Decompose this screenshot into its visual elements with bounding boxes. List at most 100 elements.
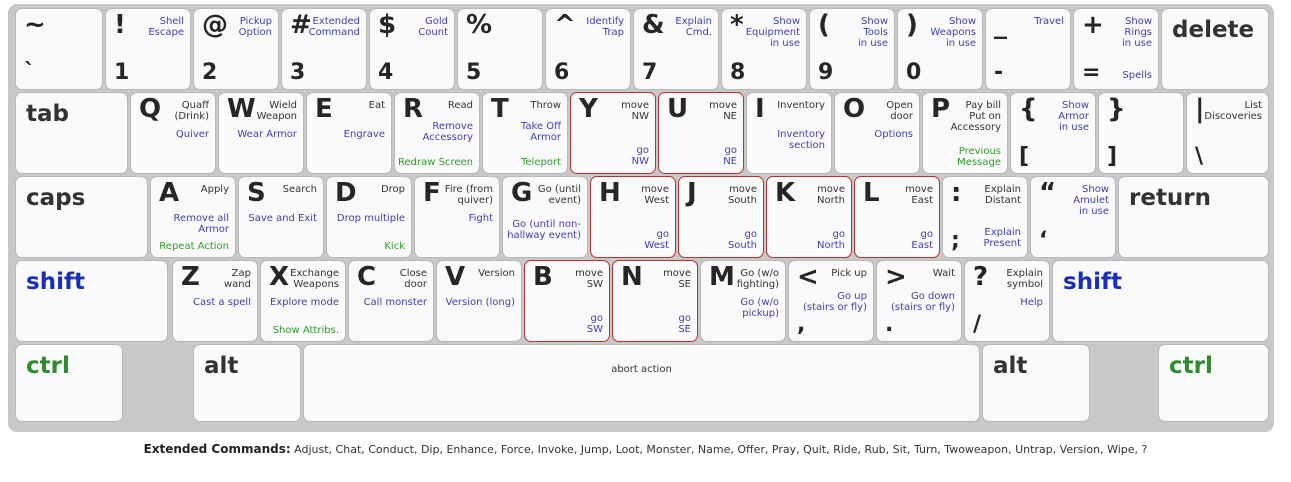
key-action: Show Amulet in use [1073, 184, 1109, 217]
key-upper-symbol: _ [994, 10, 1007, 40]
key-d[interactable]: D Drop Drop multiple Kick [326, 176, 412, 258]
key-tab[interactable]: tab [15, 92, 128, 174]
key-shiftr[interactable]: shift [1052, 260, 1269, 342]
key-action: Shell Escape [148, 16, 184, 38]
key-secondary-action: Spells [1122, 70, 1152, 81]
key-lower-symbol: ; [951, 228, 960, 253]
key-h[interactable]: Hmove West go West [590, 176, 676, 258]
key-letter: C [357, 262, 377, 292]
key-upper-symbol: + [1082, 10, 1104, 40]
key-letter: J [687, 178, 697, 208]
key-action: Extended Command [308, 16, 360, 38]
key-upper-symbol: } [1107, 94, 1126, 124]
key-letter: N [621, 262, 643, 292]
key-a[interactable]: A Apply Remove all Armor Repeat Action [150, 176, 236, 258]
key-p[interactable]: P Pay bill Put on Accessory Previous Messa… [922, 92, 1008, 174]
key-t[interactable]: T Throw Take Off Armor Teleport [482, 92, 568, 174]
key-hash[interactable]: #3 Extended Command [281, 8, 367, 90]
key-caret[interactable]: ^ 6 Identify Trap [545, 8, 631, 90]
key-pipe[interactable]: | \ List Discoveries [1186, 92, 1269, 174]
key-s[interactable]: S Search Save and Exit [238, 176, 324, 258]
key-at[interactable]: @2 Pickup Option [193, 8, 279, 90]
key-star[interactable]: * 8 Show Equipment in use [721, 8, 807, 90]
key-action: Search [282, 184, 317, 195]
key-ctrll[interactable]: ctrl [15, 344, 123, 422]
key-action: Inventory [777, 100, 825, 111]
key-l[interactable]: Lmove East go East [854, 176, 940, 258]
key-secondary-action: Inventory section [777, 129, 825, 151]
key-go-label: go SW [586, 313, 603, 335]
key-letter: T [491, 94, 509, 124]
key-e[interactable]: E Eat Engrave [306, 92, 392, 174]
key-lower-symbol: [ [1019, 144, 1030, 169]
key-q[interactable]: Q Quaff (Drink) Quiver [130, 92, 216, 174]
key-label: shift [26, 269, 85, 295]
key-lower-symbol: 3 [290, 60, 306, 85]
key-rbrace[interactable]: }] [1098, 92, 1184, 174]
key-j[interactable]: Jmove South go South [678, 176, 764, 258]
key-space[interactable]: abort action [303, 344, 980, 422]
key-upper-symbol: ~ [24, 10, 46, 40]
key-altl[interactable]: alt [193, 344, 301, 422]
key-percent[interactable]: % 5 [457, 8, 543, 90]
key-gt[interactable]: >. Wait Go down (stairs or fly) [876, 260, 962, 342]
key-tilde[interactable]: ~ ` [15, 8, 103, 90]
key-upper-symbol: : [951, 178, 962, 208]
key-o[interactable]: O Open door Options [834, 92, 920, 174]
key-lt[interactable]: <, Pick up Go up (stairs or fly) [788, 260, 874, 342]
key-rparen[interactable]: ) 0 Show Weapons in use [897, 8, 983, 90]
key-secondary-action: Save and Exit [248, 213, 317, 224]
key-ctrlr[interactable]: ctrl [1158, 344, 1269, 422]
key-go-label: go NW [631, 145, 649, 167]
key-action: Eat [368, 100, 385, 111]
key-letter: V [445, 262, 466, 292]
key-plus[interactable]: + = Show Rings in use Spells [1073, 8, 1159, 90]
key-bang[interactable]: ! 1 Shell Escape [105, 8, 191, 90]
key-z[interactable]: Z Zap wand Cast a spell [172, 260, 258, 342]
key-move-label: move NW [621, 100, 649, 122]
key-c[interactable]: C Close door Call monster [348, 260, 434, 342]
key-i[interactable]: I Inventory Inventory section [746, 92, 832, 174]
key-w[interactable]: W Wield Weapon Wear Armor [218, 92, 304, 174]
key-altr[interactable]: alt [982, 344, 1090, 422]
key-n[interactable]: Nmove SE go SE [612, 260, 698, 342]
key-go-label: go West [644, 229, 669, 251]
key-b[interactable]: Bmove SW go SW [524, 260, 610, 342]
key-y[interactable]: Ymove NW go NW [570, 92, 656, 174]
key-lbrace[interactable]: {[Show Armor in use [1010, 92, 1096, 174]
key-amp[interactable]: & 7 Explain Cmd. [633, 8, 719, 90]
key-r[interactable]: R Read Remove Accessory Redraw Screen [394, 92, 480, 174]
key-lower-symbol: ‘ [1039, 228, 1048, 253]
key-letter: L [863, 178, 880, 208]
key-question[interactable]: ? / Explain symbol Help [964, 260, 1050, 342]
key-lparen[interactable]: (9 Show Tools in use [809, 8, 895, 90]
key-move-label: move SE [663, 268, 691, 290]
key-letter: S [247, 178, 266, 208]
key-action: Go (w/o fighting) [736, 268, 779, 290]
key-colon[interactable]: :; Explain Distant Explain Present [942, 176, 1028, 258]
key-ctrl-action: Previous Message [957, 146, 1001, 168]
key-shiftl[interactable]: shift [15, 260, 168, 342]
key-letter: U [667, 94, 689, 124]
key-caps[interactable]: caps [15, 176, 148, 258]
key-lower-symbol: . [885, 312, 894, 337]
key-action: Pickup Option [238, 16, 272, 38]
key-move-label: move NE [709, 100, 737, 122]
key-f[interactable]: F Fire (from quiver) Fight [414, 176, 500, 258]
key-k[interactable]: Kmove North go North [766, 176, 852, 258]
key-g[interactable]: G Go (until event) Go (until non- hallway … [502, 176, 588, 258]
key-label: tab [26, 101, 69, 127]
key-u[interactable]: Umove NE go NE [658, 92, 744, 174]
key-dollar[interactable]: $4 Gold Count [369, 8, 455, 90]
key-x[interactable]: X Exchange Weapons Explore mode Show Attrib… [260, 260, 346, 342]
key-delete[interactable]: delete [1161, 8, 1269, 90]
key-quote[interactable]: “ ‘ Show Amulet in use [1030, 176, 1116, 258]
key-secondary-action: Take Off Armor [520, 121, 561, 143]
key-m[interactable]: M Go (w/o fighting) Go (w/o pickup) [700, 260, 786, 342]
key-v[interactable]: V Version Version (long) [436, 260, 522, 342]
key-underscore[interactable]: _ - Travel [985, 8, 1071, 90]
key-return[interactable]: return [1118, 176, 1269, 258]
key-action: Quaff (Drink) [174, 100, 209, 122]
key-upper-symbol: @ [202, 10, 228, 40]
key-action: Explain Cmd. [675, 16, 712, 38]
